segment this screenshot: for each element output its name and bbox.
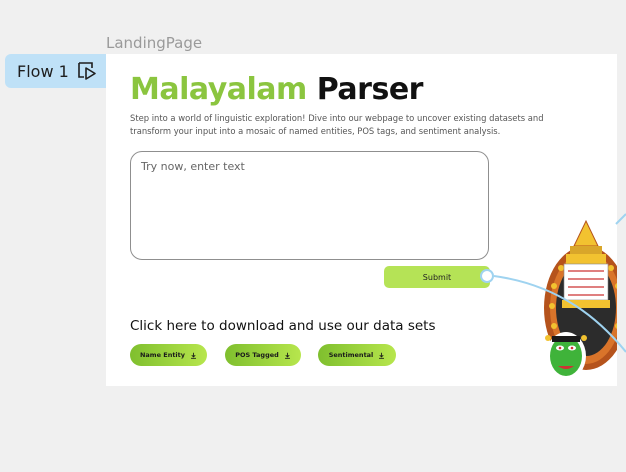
- kathakali-illustration: [544, 219, 617, 380]
- download-pos-tagged-button[interactable]: POS Tagged: [225, 344, 301, 366]
- download-button-label: POS Tagged: [235, 351, 279, 359]
- download-icon: [284, 352, 290, 359]
- connector-handle[interactable]: [480, 269, 494, 283]
- download-sentimental-button[interactable]: Sentimental: [318, 344, 396, 366]
- landing-page-frame: Malayalam Parser Step into a world of li…: [106, 54, 617, 386]
- title-accent: Malayalam: [130, 72, 307, 107]
- page-description: Step into a world of linguistic explorat…: [130, 113, 544, 136]
- download-button-label: Name Entity: [139, 351, 186, 359]
- frame-label[interactable]: LandingPage: [106, 34, 202, 52]
- submit-button[interactable]: Submit: [384, 266, 490, 288]
- download-name-entity-button[interactable]: Name Entity: [130, 344, 207, 366]
- play-frame-icon[interactable]: [77, 61, 97, 81]
- page-title: Malayalam Parser: [130, 72, 423, 107]
- flow-start-badge[interactable]: Flow 1: [5, 54, 106, 88]
- download-button-label: Sentimental: [328, 351, 374, 359]
- title-main: Parser: [316, 72, 424, 107]
- text-input[interactable]: Try now, enter text: [130, 151, 489, 260]
- download-icon: [191, 352, 196, 359]
- download-heading: Click here to download and use our data …: [130, 318, 436, 334]
- download-icon: [379, 352, 385, 359]
- flow-label: Flow 1: [17, 61, 69, 81]
